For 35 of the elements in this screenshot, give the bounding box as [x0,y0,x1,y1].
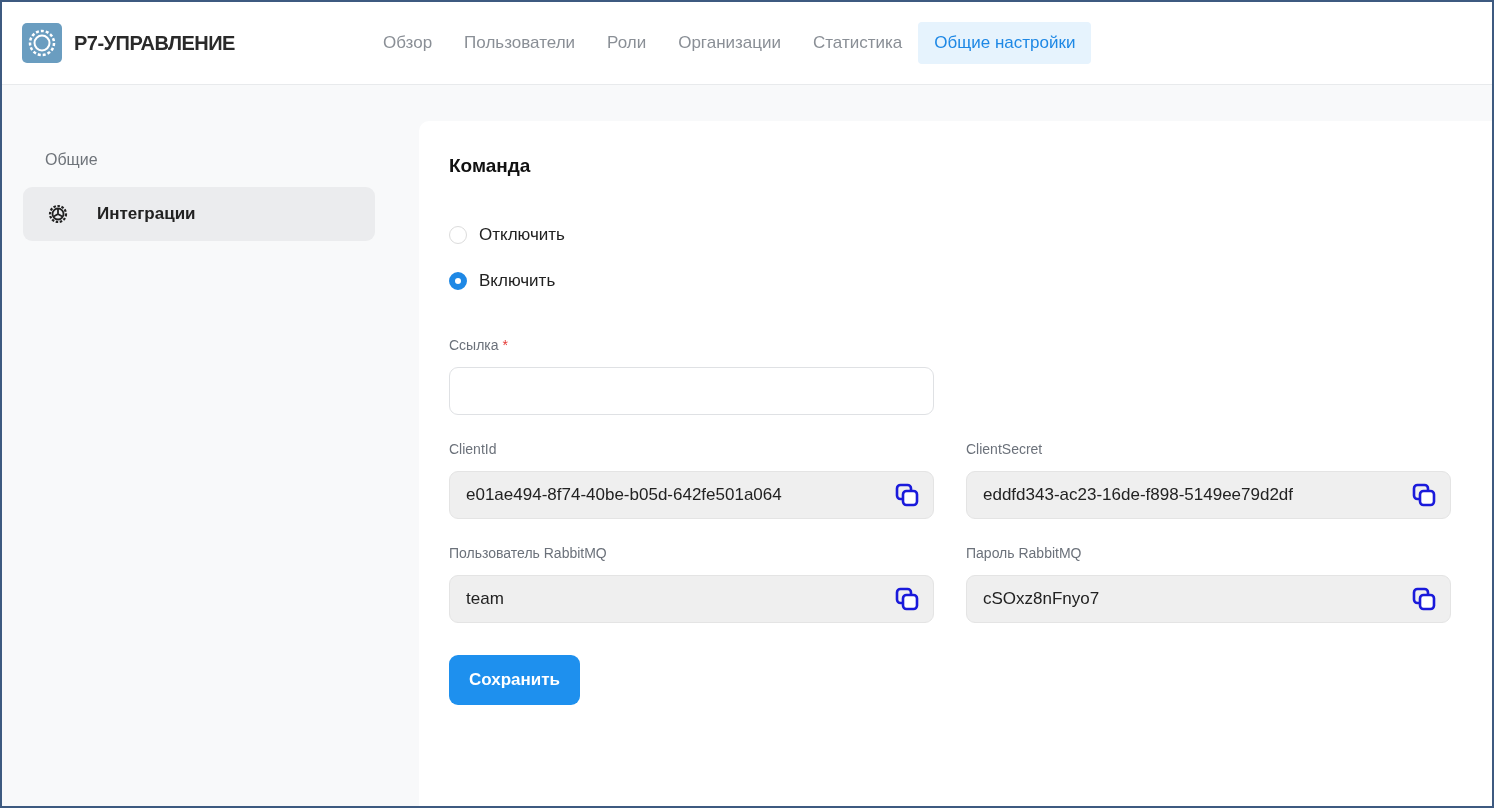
nav-tab[interactable]: Пользователи [448,22,592,64]
field-value: cSOxz8nFnyo7 [983,589,1100,609]
sidebar-item[interactable]: Интеграции [23,187,375,241]
nav-tab[interactable]: Статистика [797,22,919,64]
nav-tab[interactable]: Обзор [367,22,449,64]
nav-tab[interactable]: Роли [591,22,663,64]
link-input-field[interactable] [449,367,934,415]
radio-label: Отключить [479,225,565,245]
app-name: Р7-УПРАВЛЕНИЕ [74,31,235,55]
save-button[interactable]: Сохранить [449,655,581,705]
field-label: Пользователь RabbitMQ [449,545,608,561]
radio-button[interactable] [449,272,467,290]
field-value: eddfd343-ac23-16de-f898-5149ee79d2df [983,485,1294,505]
nav-tab[interactable]: Организации [662,22,797,64]
field-value: team [466,589,504,609]
field-label: ClientSecret [966,441,1044,457]
gear-icon [47,203,69,225]
field-label: ClientId [449,441,498,457]
copy-icon[interactable] [895,587,919,611]
logo-icon [22,23,62,63]
readonly-field[interactable]: e01ae494-8f74-40be-b05d-642fe501a064 [449,471,934,519]
readonly-field[interactable]: cSOxz8nFnyo7 [966,575,1451,623]
radio-label: Включить [479,271,556,291]
copy-icon[interactable] [1412,587,1436,611]
section-title: Команда [449,155,532,177]
readonly-field[interactable]: eddfd343-ac23-16de-f898-5149ee79d2df [966,471,1451,519]
readonly-field[interactable]: team [449,575,934,623]
field-value: e01ae494-8f74-40be-b05d-642fe501a064 [466,485,782,505]
field-label: Пароль RabbitMQ [966,545,1083,561]
copy-icon[interactable] [895,483,919,507]
required-mark: * [502,337,508,353]
nav-tab[interactable]: Общие настройки [918,22,1092,64]
field-label: Ссылка [449,337,499,353]
sidebar-group-label: Общие [44,150,99,170]
copy-icon[interactable] [1412,483,1436,507]
